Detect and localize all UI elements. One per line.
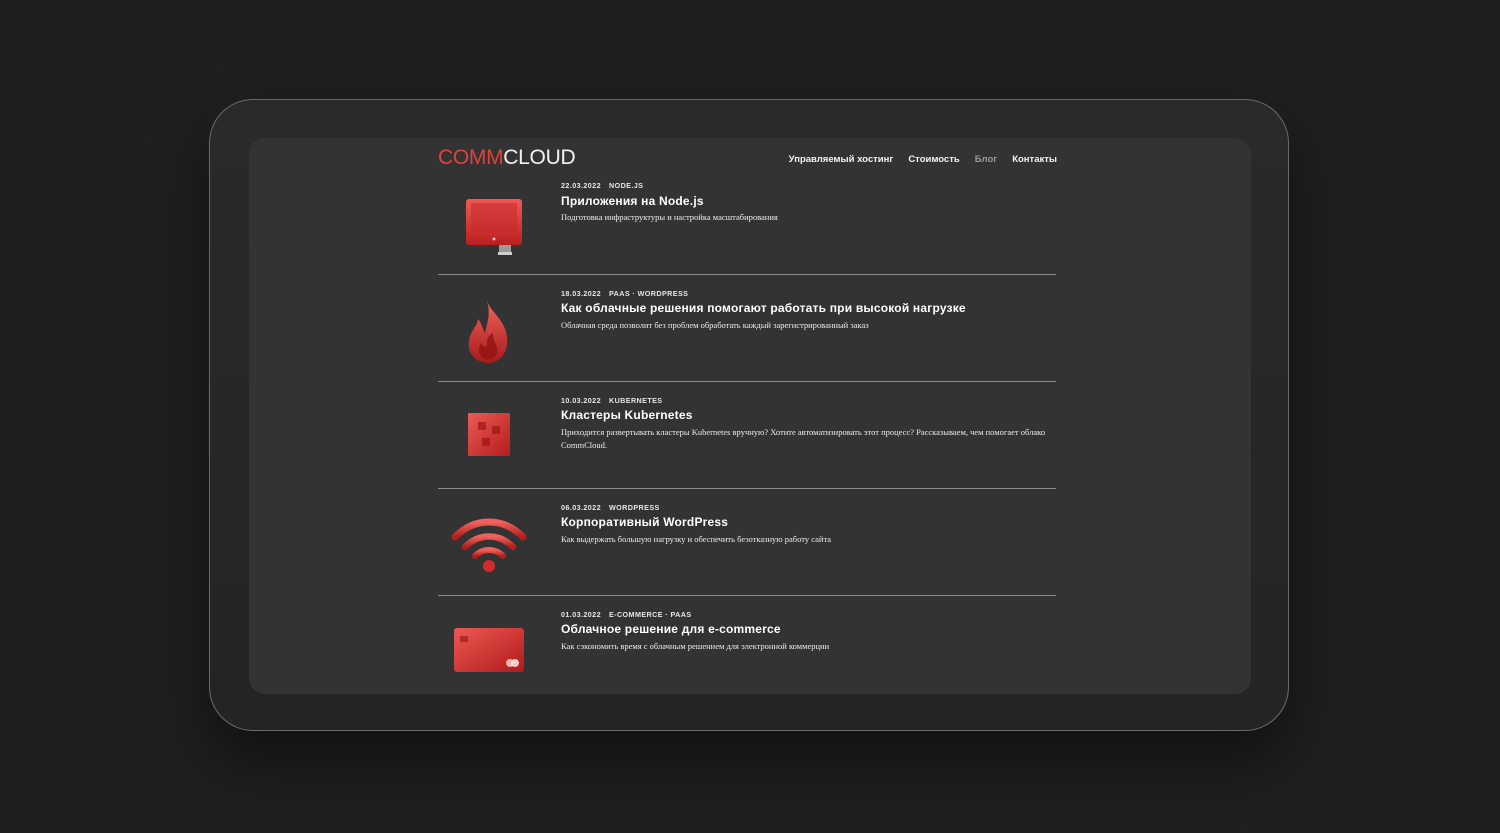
post-divider [438, 488, 1056, 489]
post-meta: 10.03.2022 KUBERNETES [561, 396, 663, 405]
cube-icon [448, 398, 530, 470]
post-title[interactable]: Приложения на Node.js [561, 194, 704, 208]
post-date: 18.03.2022 [561, 289, 601, 298]
post-meta: 01.03.2022 E-COMMERCE · PAAS [561, 610, 692, 619]
browser-screen: COMMCLOUD Управляемый хостинг Стоимость … [249, 138, 1251, 694]
post-title[interactable]: Корпоративный WordPress [561, 515, 728, 529]
wifi-icon [448, 507, 530, 579]
post-description: Приходится развертывать кластеры Kuberne… [561, 427, 1046, 450]
flame-icon [448, 296, 530, 368]
blog-post[interactable]: 10.03.2022 KUBERNETES Кластеры Kubernetes… [438, 381, 1056, 488]
post-date: 01.03.2022 [561, 610, 601, 619]
post-divider [438, 381, 1056, 382]
post-divider [438, 274, 1056, 275]
post-meta: 18.03.2022 PAAS · WORDPRESS [561, 289, 688, 298]
blog-post[interactable]: 22.03.2022 NODE.JS Приложения на Node.js … [438, 138, 1056, 255]
post-tags[interactable]: NODE.JS [609, 181, 643, 190]
blog-post[interactable]: 06.03.2022 WORDPRESS Корпоративный WordPr… [438, 488, 1056, 595]
blog-post[interactable]: 18.03.2022 PAAS · WORDPRESS Как облачные … [438, 274, 1056, 381]
post-meta: 06.03.2022 WORDPRESS [561, 503, 660, 512]
post-description: Как сэкономить время с облачным решением… [561, 641, 830, 651]
post-title[interactable]: Кластеры Kubernetes [561, 408, 693, 422]
post-divider [438, 595, 1056, 596]
post-meta: 22.03.2022 NODE.JS [561, 181, 643, 190]
post-description: Облачная среда позволит без проблем обра… [561, 320, 869, 330]
post-title[interactable]: Как облачные решения помогают работать п… [561, 301, 966, 315]
post-date: 22.03.2022 [561, 181, 601, 190]
post-description: Как выдержать большую нагрузку и обеспеч… [561, 534, 832, 544]
post-description: Подготовка инфраструктуры и настройка ма… [561, 212, 778, 222]
post-tags[interactable]: WORDPRESS [609, 503, 660, 512]
post-tags[interactable]: PAAS · WORDPRESS [609, 289, 688, 298]
credit-card-icon [448, 613, 530, 685]
post-date: 06.03.2022 [561, 503, 601, 512]
post-date: 10.03.2022 [561, 396, 601, 405]
post-tags[interactable]: KUBERNETES [609, 396, 663, 405]
monitor-icon [448, 190, 530, 262]
post-title[interactable]: Облачное решение для e-commerce [561, 622, 781, 636]
blog-post[interactable]: 01.03.2022 E-COMMERCE · PAAS Облачное реш… [438, 595, 1056, 694]
post-tags[interactable]: E-COMMERCE · PAAS [609, 610, 692, 619]
